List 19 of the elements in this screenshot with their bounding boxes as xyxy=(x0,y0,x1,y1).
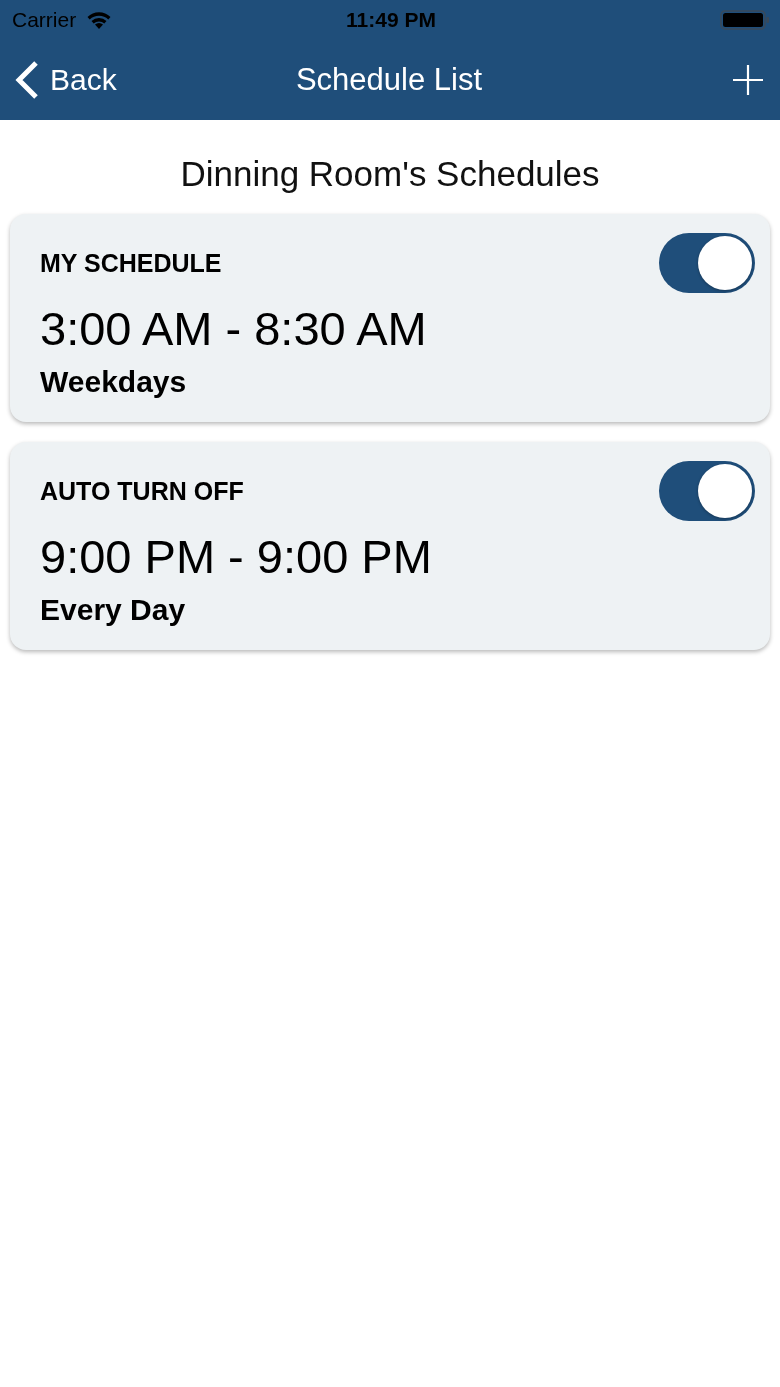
schedule-card[interactable]: AUTO TURN OFF 9:00 PM - 9:00 PM Every Day xyxy=(10,442,770,650)
room-schedules-heading: Dinning Room's Schedules xyxy=(179,153,601,195)
carrier-label: Carrier xyxy=(12,8,77,32)
time-range: 3:00 AM - 8:30 AM xyxy=(40,301,428,357)
toggle-switch[interactable] xyxy=(659,233,755,293)
battery-icon xyxy=(720,10,770,30)
plus-icon xyxy=(732,64,764,96)
screen-title: Schedule List xyxy=(295,62,483,98)
toggle-switch[interactable] xyxy=(659,461,755,521)
chevron-left-icon xyxy=(14,60,40,100)
repeat-days: Every Day xyxy=(40,590,755,630)
schedule-name: AUTO TURN OFF xyxy=(40,476,244,506)
add-button[interactable] xyxy=(732,64,764,96)
time-range: 9:00 PM - 9:00 PM xyxy=(40,529,433,585)
back-button[interactable]: Back xyxy=(14,60,117,100)
repeat-days: Weekdays xyxy=(40,362,755,402)
schedule-name: MY SCHEDULE xyxy=(40,248,222,278)
schedule-card[interactable]: MY SCHEDULE 3:00 AM - 8:30 AM Weekdays xyxy=(10,214,770,422)
status-time: 11:49 PM xyxy=(346,8,436,32)
